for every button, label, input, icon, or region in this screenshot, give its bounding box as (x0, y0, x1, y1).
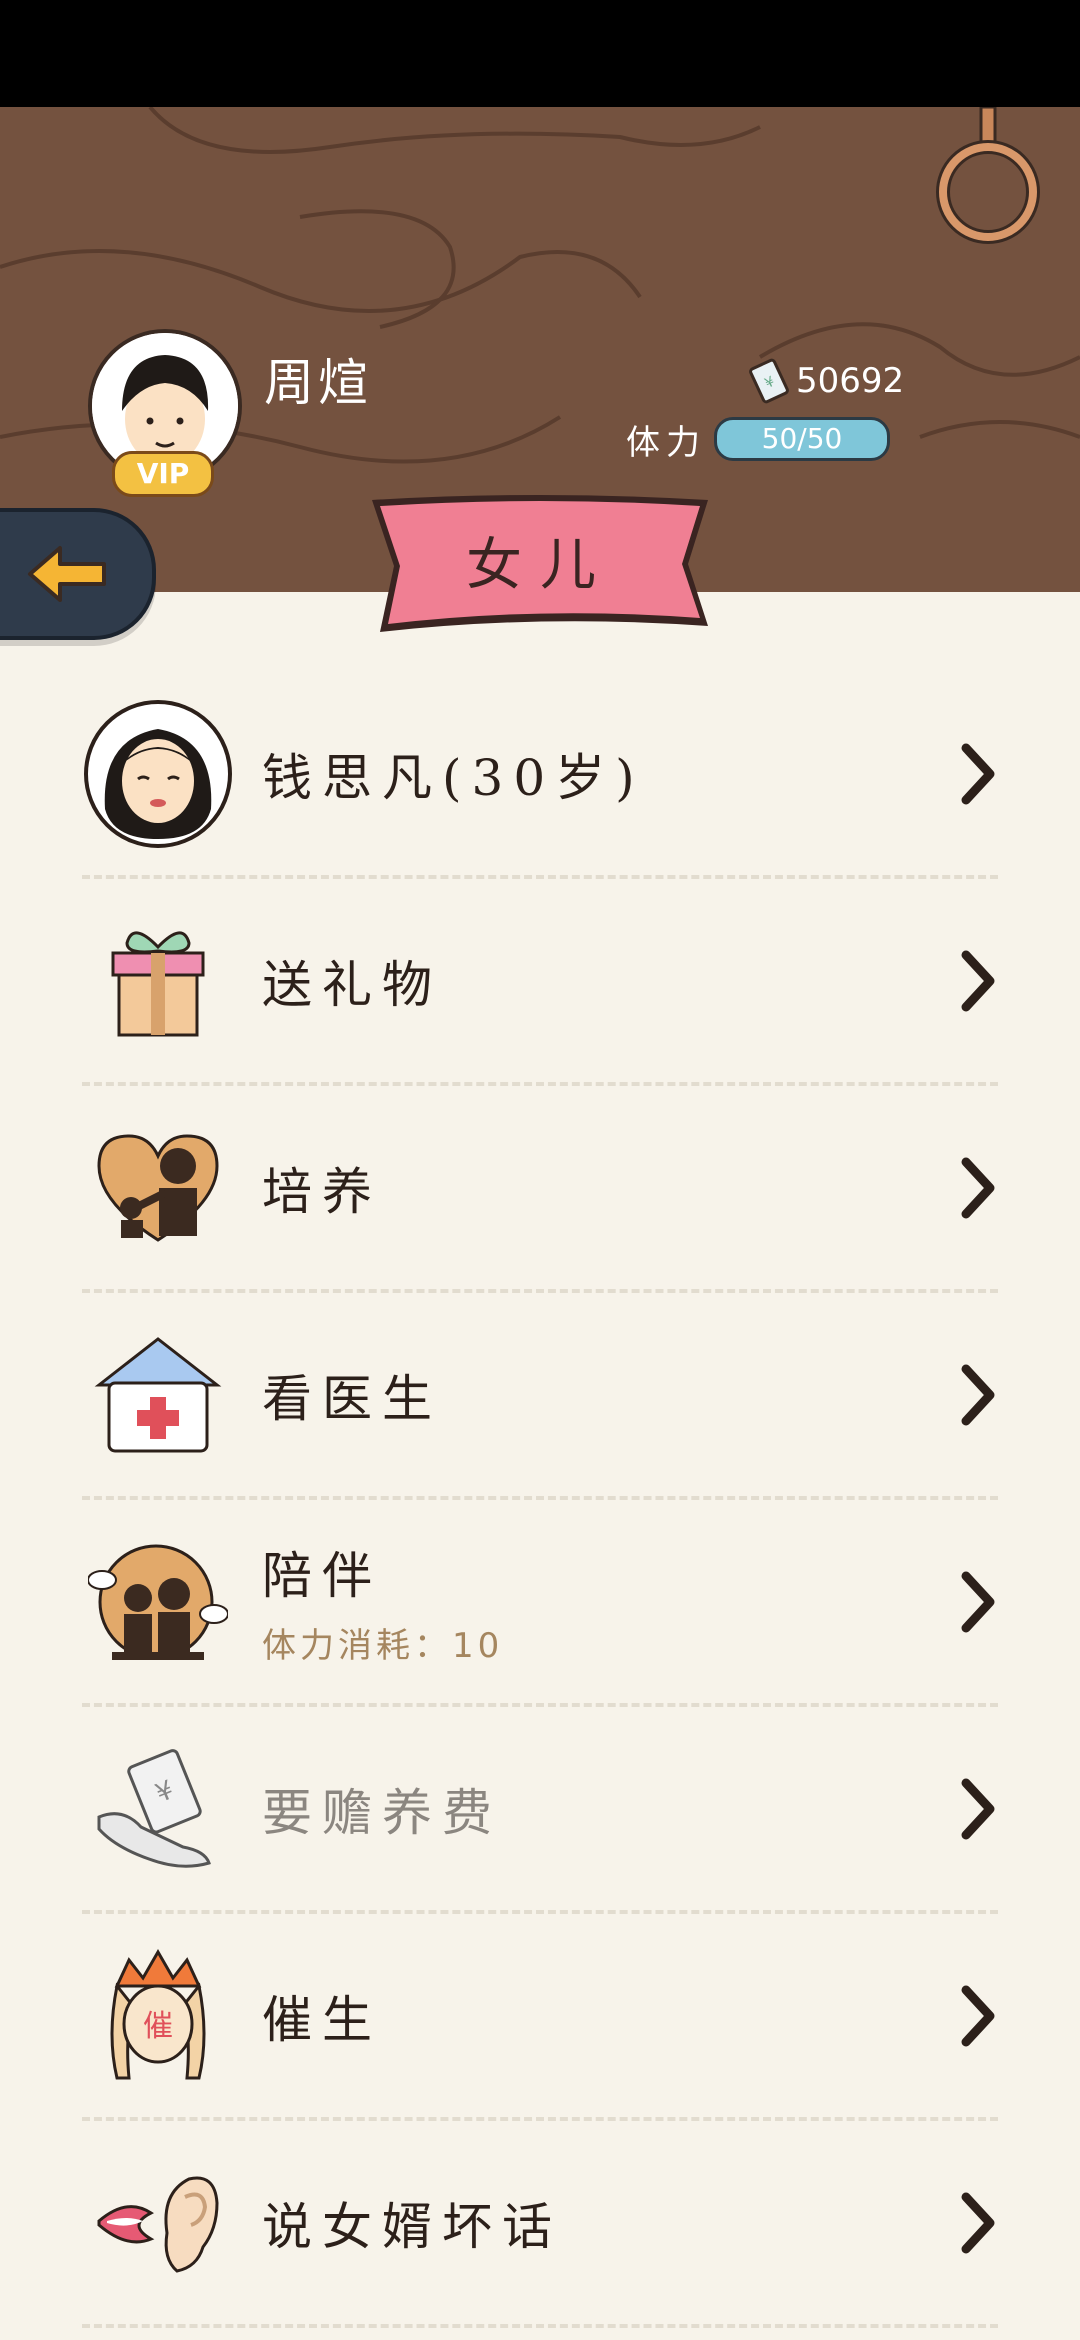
money-value: 50692 (796, 361, 905, 401)
money-note-icon: ¥ (749, 358, 789, 404)
menu-item-companion[interactable]: 陪伴 体力消耗：10 (82, 1500, 998, 1707)
chevron-right-icon (961, 743, 995, 805)
money-hand-icon: ¥ (97, 1748, 211, 1868)
status-bar (0, 0, 1080, 107)
chevron-right-icon (961, 2192, 995, 2254)
menu-item-doctor[interactable]: 看医生 (82, 1293, 998, 1500)
menu-item-label: 送礼物 (262, 955, 442, 1014)
settings-ring-icon[interactable] (930, 107, 1050, 257)
menu-item-gossip[interactable]: 说女婿坏话 (82, 2121, 998, 2328)
gossip-ear-icon (97, 2176, 219, 2273)
daughter-avatar-icon (84, 699, 232, 848)
menu-item-nurture[interactable]: 培养 (82, 1086, 998, 1293)
menu-item-label: 看医生 (262, 1369, 442, 1428)
companion-icon (88, 1544, 228, 1660)
urge-birth-icon: 催 (110, 1948, 206, 2079)
menu-item-label: 说女婿坏话 (262, 2197, 562, 2256)
chevron-right-icon (961, 1571, 995, 1633)
nurture-heart-icon (97, 1133, 219, 1242)
menu-item-label: 钱思凡(30岁) (262, 748, 645, 807)
stamina-label: 体力 (626, 423, 706, 463)
menu-item-label: 催生 (262, 1990, 382, 2049)
stamina-bar: 50/50 (714, 417, 890, 461)
hospital-icon (94, 1336, 222, 1452)
gift-icon (111, 931, 205, 1036)
menu-item-urge-birth[interactable]: 催 催生 (82, 1914, 998, 2121)
player-name: 周煊 (264, 354, 372, 412)
page-title: 女儿 (466, 533, 614, 598)
svg-text:催: 催 (143, 2009, 173, 2044)
menu-item-daughter[interactable]: 钱思凡(30岁) (82, 672, 998, 879)
action-list: 钱思凡(30岁) 送礼物 培养 看医生 陪伴 体力消耗：10 ¥ 要赡养费 催 … (82, 672, 998, 2328)
stamina-cost: 体力消耗：10 (262, 1626, 504, 1666)
menu-item-alimony[interactable]: ¥ 要赡养费 (82, 1707, 998, 1914)
money-display: ¥ 50692 (748, 351, 904, 411)
chevron-right-icon (961, 1364, 995, 1426)
menu-item-label: 陪伴 (262, 1547, 382, 1605)
menu-item-label: 要赡养费 (262, 1783, 502, 1842)
chevron-right-icon (961, 1778, 995, 1840)
chevron-right-icon (961, 1985, 995, 2047)
menu-item-gift[interactable]: 送礼物 (82, 879, 998, 1086)
menu-item-label: 培养 (262, 1162, 382, 1221)
vip-badge[interactable]: VIP (112, 451, 214, 497)
back-button[interactable] (0, 508, 156, 640)
chevron-right-icon (961, 1157, 995, 1219)
chevron-right-icon (961, 950, 995, 1012)
back-arrow-icon (28, 546, 106, 602)
